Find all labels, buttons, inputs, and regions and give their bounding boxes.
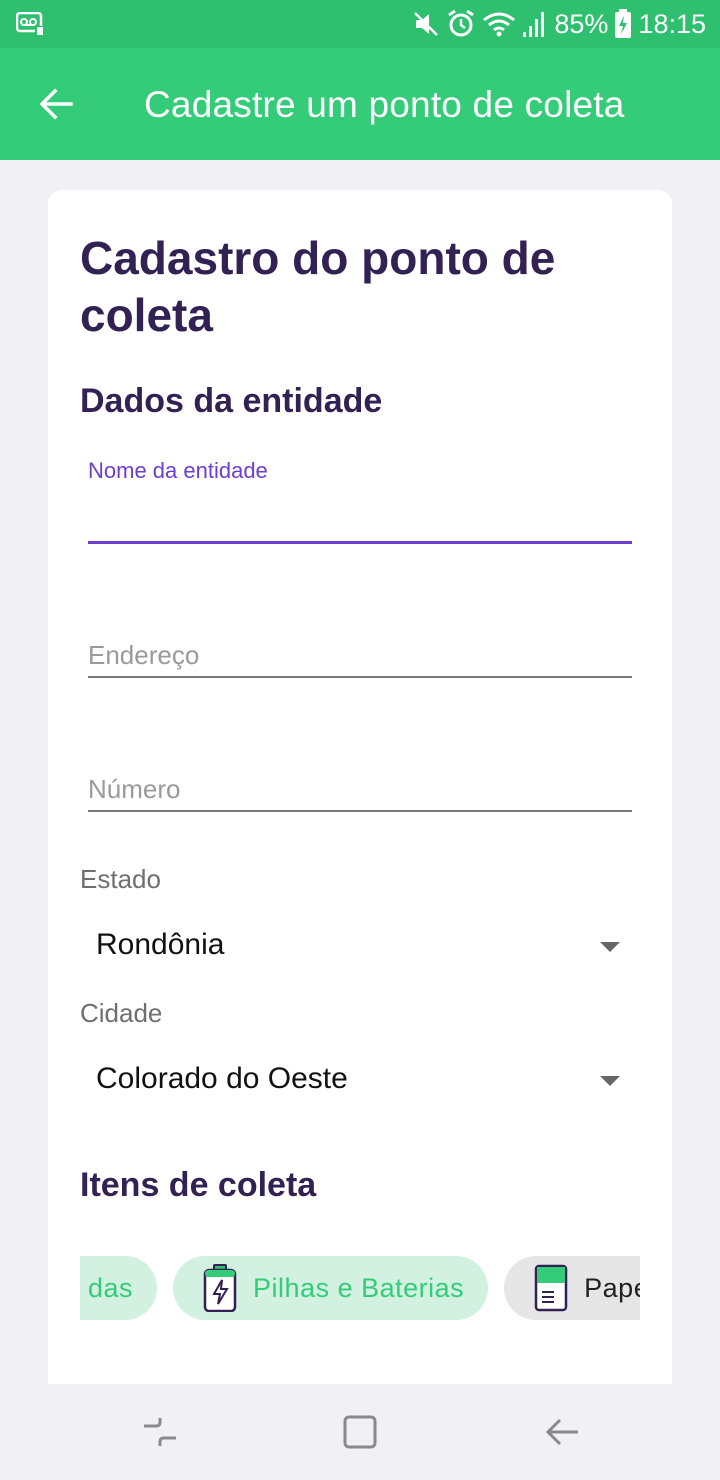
app-bar-title: Cadastre um ponto de coleta — [144, 84, 625, 125]
address-underline — [88, 676, 632, 678]
entity-section-title: Dados da entidade — [80, 382, 383, 420]
back-button[interactable] — [26, 74, 86, 134]
form-title: Cadastro do ponto de coleta — [80, 232, 556, 341]
items-track: das Pilhas e Baterias Pap — [80, 1256, 640, 1320]
state-value: Rondônia — [96, 928, 225, 961]
battery-percent: 85% — [554, 8, 609, 39]
app-bar: Cadastre um ponto de coleta — [0, 48, 720, 160]
signal-icon — [523, 12, 545, 37]
number-underline — [88, 810, 632, 812]
address-input[interactable] — [88, 634, 632, 676]
home-icon[interactable] — [340, 1412, 380, 1452]
item-chip-label: das — [88, 1272, 134, 1303]
form-card: Cadastro do ponto de coleta Dados da ent… — [48, 190, 672, 1430]
item-chip-label: Pilhas e Baterias — [253, 1272, 465, 1303]
battery-icon — [615, 9, 632, 38]
battery-icon — [203, 1264, 237, 1312]
entity-name-input[interactable] — [88, 496, 632, 540]
entity-name-label: Nome da entidade — [88, 458, 268, 483]
city-label: Cidade — [80, 998, 163, 1028]
entity-name-underline — [88, 541, 632, 544]
city-select[interactable]: Colorado do Oeste — [96, 1054, 620, 1106]
chevron-down-icon — [600, 1076, 620, 1086]
items-section-title: Itens de coleta — [80, 1166, 317, 1204]
city-value: Colorado do Oeste — [96, 1062, 348, 1095]
mute-icon — [414, 12, 439, 36]
state-label: Estado — [80, 864, 161, 894]
state-select[interactable]: Rondônia — [96, 920, 620, 972]
item-chip-paper[interactable]: Papel — [504, 1256, 640, 1320]
paper-icon — [534, 1264, 568, 1312]
number-field — [88, 762, 632, 814]
number-input[interactable] — [88, 768, 632, 810]
clock: 18:15 — [638, 8, 706, 39]
chevron-down-icon — [600, 942, 620, 952]
item-chip-batteries[interactable]: Pilhas e Baterias — [173, 1256, 489, 1320]
entity-name-field: Nome da entidade — [88, 456, 632, 546]
item-chip-label: Papel — [584, 1272, 640, 1303]
back-icon[interactable] — [542, 1412, 582, 1452]
wifi-icon — [483, 12, 516, 37]
address-field — [88, 628, 632, 680]
item-chip-partial[interactable]: das — [80, 1256, 158, 1320]
voicemail-icon — [16, 12, 45, 36]
recents-icon[interactable] — [140, 1412, 180, 1452]
items-carousel[interactable]: das Pilhas e Baterias Pap — [80, 1256, 640, 1320]
system-nav-bar — [0, 1384, 720, 1480]
arrow-left-icon — [39, 88, 73, 120]
alarm-icon — [448, 9, 475, 37]
status-bar: 85% 18:15 — [0, 0, 720, 48]
